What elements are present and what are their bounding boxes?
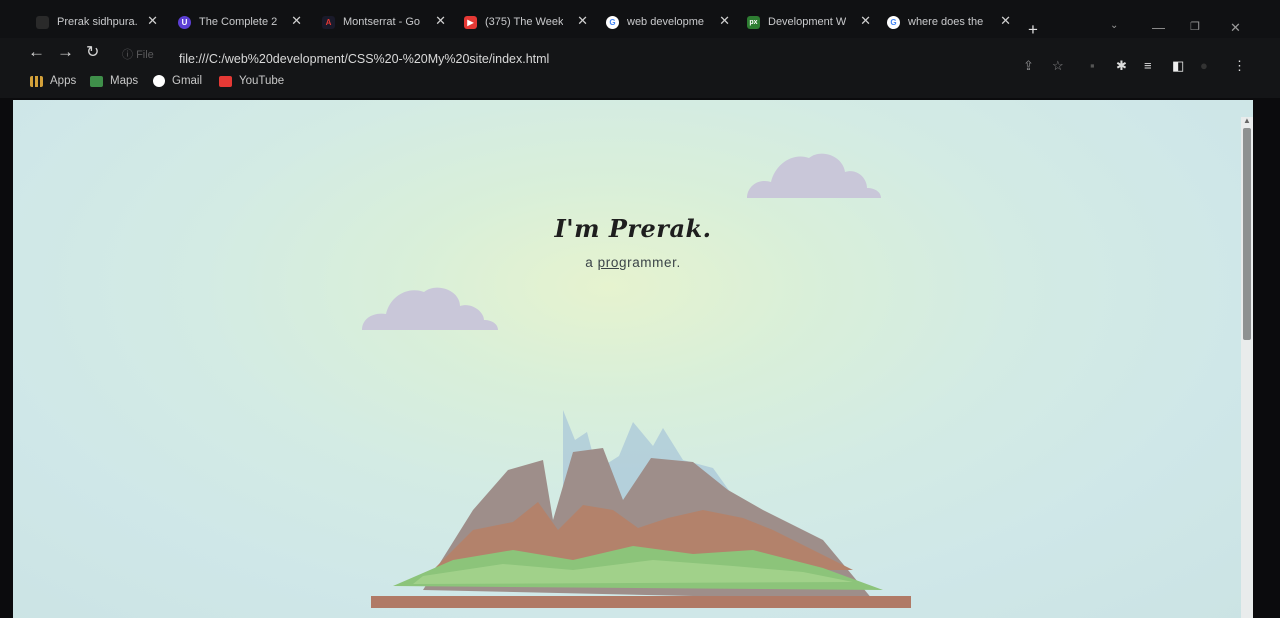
apps-grid-icon	[30, 75, 43, 87]
close-tab-icon[interactable]: ✕	[1000, 13, 1011, 29]
profile-avatar-icon[interactable]: ●	[1200, 58, 1208, 73]
close-tab-icon[interactable]: ✕	[147, 13, 158, 29]
tab-title: (375) The Week	[485, 16, 563, 28]
bookmark-youtube[interactable]: YouTube	[219, 75, 284, 87]
page-viewport: I'm Prerak. a programmer.	[13, 100, 1253, 618]
youtube-favicon-icon: ▶	[464, 15, 477, 29]
close-tab-icon[interactable]: ✕	[719, 13, 730, 29]
close-tab-icon[interactable]: ✕	[435, 13, 446, 29]
tab-title: Development W	[768, 16, 846, 28]
minimize-icon[interactable]: —	[1152, 20, 1165, 35]
scrollbar-thumb[interactable]	[1243, 128, 1251, 340]
address-bar[interactable]: file:///C:/web%20development/CSS%20-%20M…	[179, 52, 549, 66]
bookmark-label: Maps	[110, 75, 139, 87]
tab-5[interactable]: px Development W ✕	[747, 10, 871, 34]
tab-1[interactable]: U The Complete 2 ✕	[178, 10, 302, 34]
tab-3[interactable]: ▶ (375) The Week ✕	[464, 10, 588, 34]
site-info-label: File	[136, 49, 154, 61]
tab-search-icon[interactable]: ⌄	[1110, 20, 1118, 31]
bookmark-label: Apps	[50, 75, 77, 87]
bookmark-apps[interactable]: Apps	[30, 75, 76, 87]
site-info[interactable]: ⓘ File	[122, 46, 154, 62]
user-favicon-icon	[36, 15, 49, 29]
bookmark-maps[interactable]: Maps	[90, 75, 138, 87]
media-control-icon[interactable]: ≡	[1144, 58, 1152, 73]
close-tab-icon[interactable]: ✕	[860, 13, 871, 29]
cloud-left	[362, 287, 498, 330]
google-favicon-icon: G	[606, 15, 619, 29]
cloud-top-right	[747, 153, 881, 198]
tab-4[interactable]: G web developme ✕	[606, 10, 730, 34]
close-tab-icon[interactable]: ✕	[291, 13, 302, 29]
page-subtitle: a programmer.	[13, 255, 1253, 270]
tab-title: Prerak sidhpura.	[57, 16, 138, 28]
subtitle-prefix: a	[585, 255, 598, 270]
tab-0[interactable]: Prerak sidhpura. ✕	[36, 10, 158, 34]
page-title: I'm Prerak.	[554, 214, 712, 244]
restore-icon[interactable]: ❐	[1190, 20, 1200, 33]
google-favicon-icon: G	[887, 15, 900, 29]
tab-strip: Prerak sidhpura. ✕ U The Complete 2 ✕ A …	[0, 0, 1280, 42]
bookmark-label: Gmail	[172, 75, 203, 87]
bookmarks-bar: Apps Maps Gmail YouTube	[0, 72, 1280, 98]
tab-2[interactable]: A Montserrat - Go ✕	[322, 10, 446, 34]
tab-title: Montserrat - Go	[343, 16, 421, 28]
google-icon	[153, 75, 165, 87]
info-icon: ⓘ	[122, 49, 133, 61]
tab-6[interactable]: G where does the ✕	[887, 10, 1011, 34]
bookmark-label: YouTube	[239, 75, 285, 87]
toolbar: ← → ↻ ⓘ File file:///C:/web%20developmen…	[0, 38, 1280, 72]
mountain-illustration	[371, 410, 911, 608]
reload-icon[interactable]: ↻	[86, 42, 99, 62]
px-favicon-icon: px	[747, 15, 760, 29]
tab-title: web developme	[627, 16, 705, 28]
youtube-icon	[219, 75, 232, 87]
subtitle-link[interactable]: pro	[598, 255, 619, 270]
close-window-icon[interactable]: ✕	[1230, 20, 1241, 36]
close-tab-icon[interactable]: ✕	[577, 13, 588, 29]
tab-title: where does the	[908, 16, 984, 28]
new-tab-icon[interactable]: +	[1028, 20, 1038, 40]
udemy-favicon-icon: U	[178, 15, 191, 29]
bookmark-gmail[interactable]: Gmail	[153, 75, 202, 87]
maps-icon	[90, 75, 103, 87]
google-fonts-favicon-icon: A	[322, 15, 335, 29]
tab-title: The Complete 2	[199, 16, 278, 28]
scroll-up-arrow-icon[interactable]: ▲	[1242, 116, 1252, 125]
subtitle-rest: grammer.	[618, 255, 681, 270]
back-icon[interactable]: ←	[28, 42, 45, 62]
extension-icon[interactable]: ▪	[1090, 58, 1095, 73]
forward-icon[interactable]: →	[57, 42, 74, 62]
